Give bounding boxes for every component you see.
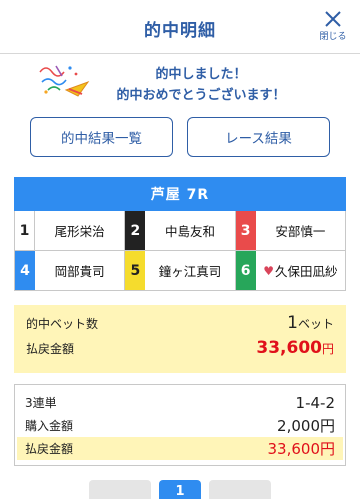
payout-unit: 円 — [321, 342, 334, 356]
page-title: 的中明細 — [144, 21, 216, 41]
bets-value: 1ベット — [287, 313, 334, 333]
racer-name: ♥ 久保田凪紗 — [256, 251, 345, 290]
pagination: 1 — [0, 480, 360, 499]
close-label: 閉じる — [319, 32, 347, 42]
payout-label: 払戻金額 — [26, 342, 75, 356]
bets-row: 的中ベット数 1ベット — [26, 313, 334, 338]
bet-combination: 1-4-2 — [295, 393, 335, 412]
racer-name-text: 久保田凪紗 — [274, 264, 338, 279]
racer-name: 尾形栄治 — [54, 224, 105, 239]
race-results-button[interactable]: レース結果 — [187, 117, 330, 157]
boat-number: 2 — [125, 211, 146, 250]
close-icon — [325, 11, 341, 27]
boat-number: 3 — [235, 211, 256, 250]
detail-payout-value: 33,600円 — [267, 440, 336, 458]
payout-row: 払戻金額 33,600円 — [26, 338, 334, 363]
congrats-line-2: 的中おめでとうございます！ — [116, 88, 286, 103]
next-page-button[interactable] — [209, 480, 271, 499]
congrats-message: 的中しました！ 的中おめでとうございます！ — [0, 54, 360, 110]
racer-cell-3: 3 安部慎一 — [235, 211, 346, 251]
action-buttons: 的中結果一覧 レース結果 — [30, 117, 330, 157]
bets-unit: ベット — [297, 317, 334, 331]
modal-header: 的中明細 閉じる — [0, 0, 360, 54]
results-list-button[interactable]: 的中結果一覧 — [30, 117, 173, 157]
payout-summary: 的中ベット数 1ベット 払戻金額 33,600円 — [14, 305, 346, 373]
racer-cell-5: 5 鐘ヶ江真司 — [125, 251, 236, 291]
close-button[interactable]: 閉じる — [316, 10, 350, 44]
current-page-button[interactable]: 1 — [159, 480, 201, 499]
bet-type-label: 3連単 — [25, 396, 57, 410]
bets-label: 的中ベット数 — [26, 317, 99, 331]
congrats-line-1: 的中しました！ — [155, 67, 247, 82]
race-title: 芦屋 7R — [14, 177, 346, 211]
payout-value: 33,600円 — [256, 338, 334, 358]
prev-page-button[interactable] — [89, 480, 151, 499]
racer-cell-6: 6 ♥ 久保田凪紗 — [235, 251, 346, 291]
racer-name: 中島友和 — [164, 224, 215, 239]
racer-cell-4: 4 岡部貴司 — [15, 251, 126, 291]
bet-detail: 3連単 1-4-2 購入金額 2,000円 払戻金額 33,600円 — [14, 384, 346, 466]
modal-sheet: 的中明細 閉じる 的中しました！ 的中おめでとうございます！ 的中結果一覧 レー… — [0, 0, 360, 499]
bet-type-row: 3連単 1-4-2 — [25, 391, 335, 414]
boat-number: 1 — [15, 211, 35, 250]
boat-number: 5 — [125, 251, 146, 290]
racer-cell-2: 2 中島友和 — [125, 211, 236, 251]
purchase-row: 購入金額 2,000円 — [25, 414, 335, 437]
racer-name: 鐘ヶ江真司 — [158, 264, 222, 279]
purchase-label: 購入金額 — [25, 419, 74, 433]
detail-payout-label: 払戻金額 — [25, 442, 74, 456]
race-card: 芦屋 7R 1 尾形栄治 2 中島友和 3 安部慎一 4 岡部貴司 5 鐘ヶ江真… — [14, 177, 346, 291]
heart-icon: ♥ — [263, 263, 274, 278]
racer-name: 安部慎一 — [275, 224, 326, 239]
bets-count: 1 — [287, 313, 298, 333]
boat-number: 6 — [235, 251, 256, 290]
purchase-value: 2,000円 — [277, 417, 335, 435]
detail-payout-row: 払戻金額 33,600円 — [17, 437, 343, 460]
racer-name: 岡部貴司 — [54, 264, 105, 279]
racer-grid: 1 尾形栄治 2 中島友和 3 安部慎一 4 岡部貴司 5 鐘ヶ江真司 6 ♥ 久… — [14, 211, 346, 291]
payout-amount: 33,600 — [256, 338, 322, 358]
racer-cell-1: 1 尾形栄治 — [15, 211, 126, 251]
boat-number: 4 — [15, 251, 35, 290]
